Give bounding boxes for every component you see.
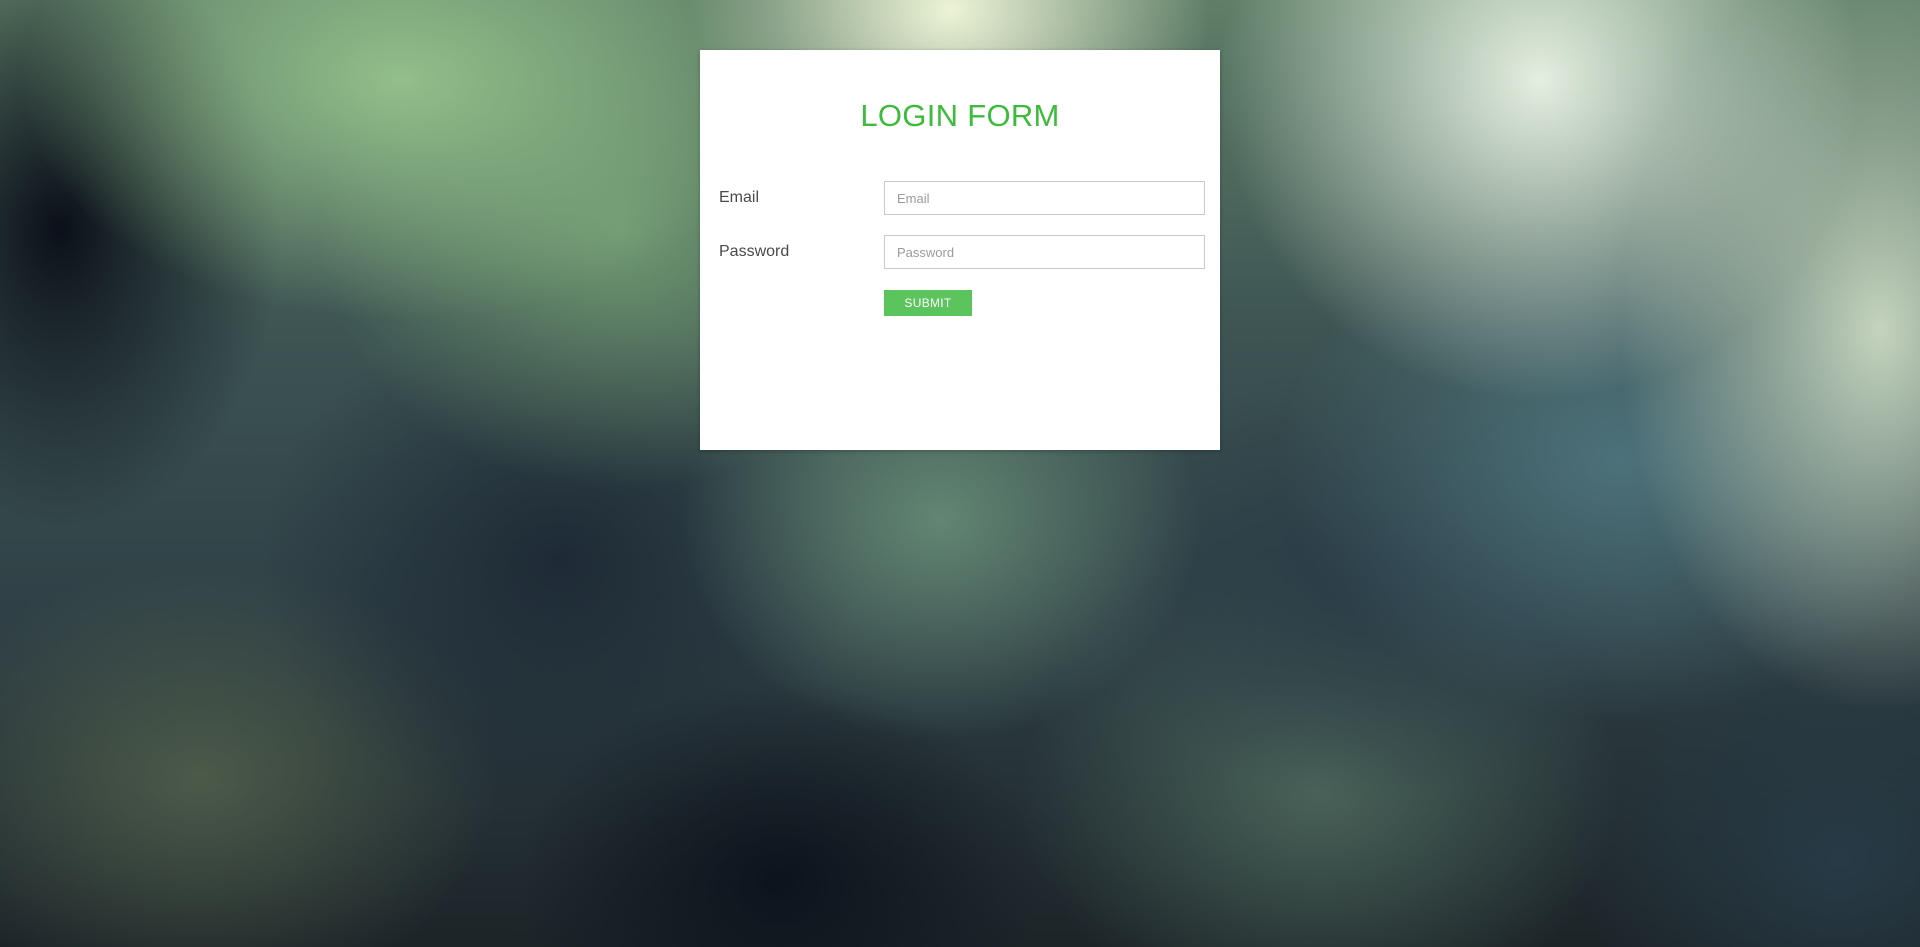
- email-field[interactable]: [884, 181, 1205, 215]
- login-form-card: LOGIN FORM Email Password SUBMIT: [700, 50, 1220, 450]
- email-label: Email: [719, 189, 760, 206]
- password-label: Password: [719, 243, 790, 260]
- password-field[interactable]: [884, 235, 1205, 269]
- form-title: LOGIN FORM: [860, 98, 1060, 133]
- submit-button[interactable]: SUBMIT: [884, 290, 972, 316]
